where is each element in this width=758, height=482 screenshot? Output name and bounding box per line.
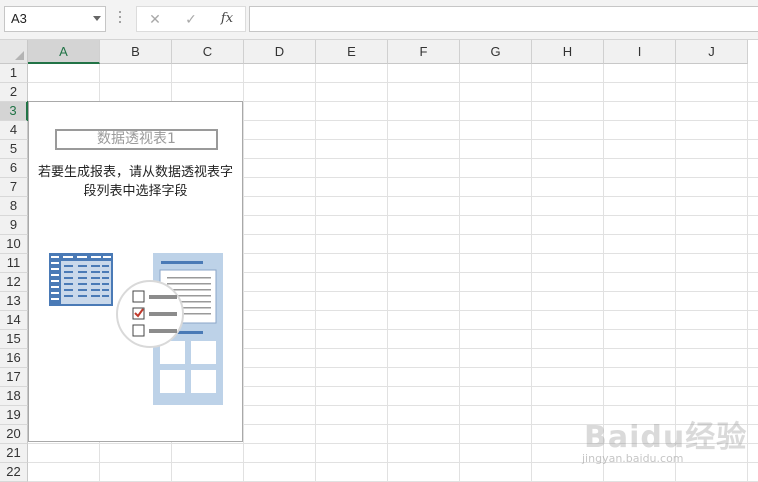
row-header-22[interactable]: 22	[0, 463, 28, 482]
row-header-17[interactable]: 17	[0, 368, 28, 387]
row-header-20[interactable]: 20	[0, 425, 28, 444]
column-header-i[interactable]: I	[604, 40, 676, 64]
row-header-1[interactable]: 1	[0, 64, 28, 83]
formula-input[interactable]	[249, 6, 758, 32]
checkbox-list-icon	[116, 280, 184, 348]
spreadsheet-grid: ABCDEFGHIJ 1 2 3 4 5 6 7 8 9 10 11 12 13 14 15 16 17 18 19…	[0, 40, 758, 482]
column-header-j[interactable]: J	[676, 40, 748, 64]
column-header-e[interactable]: E	[316, 40, 388, 64]
row-header-14[interactable]: 14	[0, 311, 28, 330]
column-header-f[interactable]: F	[388, 40, 460, 64]
row-header-5[interactable]: 5	[0, 140, 28, 159]
pivot-table-placeholder[interactable]: 数据透视表1 若要生成报表，请从数据透视表字段列表中选择字段	[28, 101, 243, 442]
row-header-11[interactable]: 11	[0, 254, 28, 273]
row-header-18[interactable]: 18	[0, 387, 28, 406]
row-header-3[interactable]: 3	[0, 102, 28, 121]
pivot-table-illustration	[49, 253, 223, 405]
row-header-21[interactable]: 21	[0, 444, 28, 463]
column-header-d[interactable]: D	[244, 40, 316, 64]
column-header-b[interactable]: B	[100, 40, 172, 64]
check-icon[interactable]: ✓	[179, 7, 203, 31]
name-box[interactable]: A3	[4, 6, 106, 32]
select-all-corner[interactable]	[0, 40, 28, 64]
row-header-10[interactable]: 10	[0, 235, 28, 254]
name-box-value: A3	[11, 11, 27, 26]
formula-buttons: ✕ ✓ fx	[136, 6, 246, 32]
column-header-h[interactable]: H	[532, 40, 604, 64]
row-header-2[interactable]: 2	[0, 83, 28, 102]
cancel-icon[interactable]: ✕	[143, 7, 167, 31]
row-header-8[interactable]: 8	[0, 197, 28, 216]
watermark-url: jingyan.baidu.com	[582, 452, 684, 465]
column-header-a[interactable]: A	[28, 40, 100, 64]
row-header-13[interactable]: 13	[0, 292, 28, 311]
row-header-9[interactable]: 9	[0, 216, 28, 235]
source-table-icon	[49, 253, 113, 306]
chevron-down-icon[interactable]	[93, 16, 101, 21]
column-header-g[interactable]: G	[460, 40, 532, 64]
watermark-logo: Baidu经验	[584, 420, 748, 455]
baidu-watermark: Baidu经验 jingyan.baidu.com	[580, 412, 758, 482]
row-header-16[interactable]: 16	[0, 349, 28, 368]
row-header-12[interactable]: 12	[0, 273, 28, 292]
formula-bar: A3 ✕ ✓ fx	[0, 0, 758, 40]
row-header-7[interactable]: 7	[0, 178, 28, 197]
row-header-6[interactable]: 6	[0, 159, 28, 178]
insert-function-icon[interactable]: fx	[215, 7, 239, 31]
grip-icon	[118, 11, 122, 27]
row-header-4[interactable]: 4	[0, 121, 28, 140]
row-header-19[interactable]: 19	[0, 406, 28, 425]
column-header-c[interactable]: C	[172, 40, 244, 64]
row-header-15[interactable]: 15	[0, 330, 28, 349]
